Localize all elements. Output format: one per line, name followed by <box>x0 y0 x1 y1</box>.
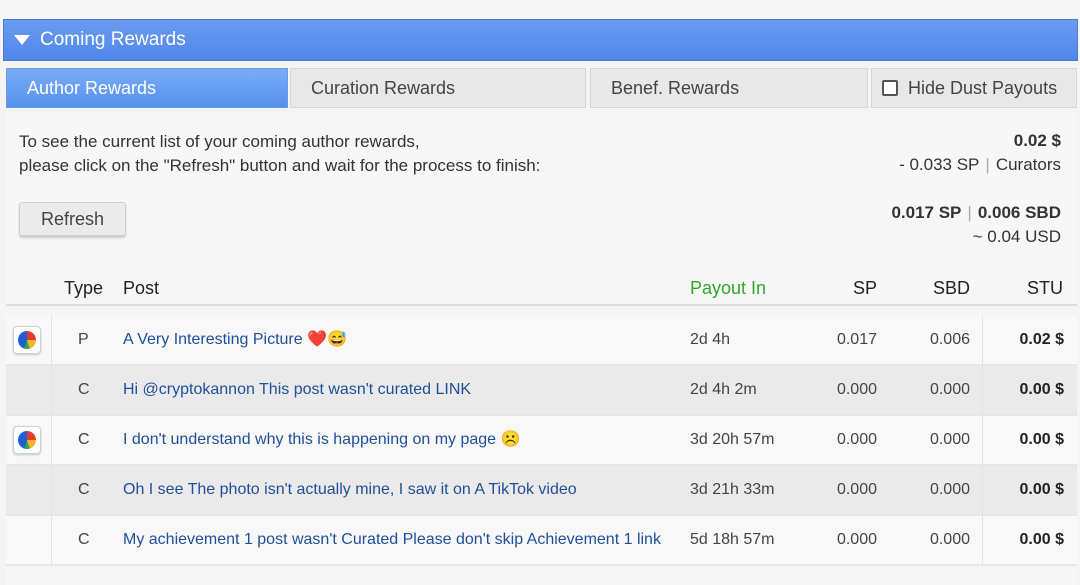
pie-chart-icon[interactable] <box>13 326 41 354</box>
tab-benef-rewards[interactable]: Benef. Rewards <box>590 68 868 108</box>
separator: | <box>967 203 972 222</box>
table-row: C I don't understand why this is happeni… <box>6 416 1077 466</box>
post-link[interactable]: Hi @cryptokannon This post wasn't curate… <box>123 366 471 414</box>
row-sbd: 0.000 <box>929 531 970 548</box>
tab-author-rewards[interactable]: Author Rewards <box>6 68 288 108</box>
table-row: C Hi @cryptokannon This post wasn't cura… <box>6 366 1077 416</box>
col-type[interactable]: Type <box>64 268 103 304</box>
post-link[interactable]: I don't understand why this is happening… <box>123 416 520 464</box>
summary-total: 0.02 $ <box>1013 131 1061 150</box>
row-sbd: 0.000 <box>929 381 970 398</box>
instructions-line-1: To see the current list of your coming a… <box>19 132 420 151</box>
bottom-spacer <box>6 569 1077 585</box>
col-sbd[interactable]: SBD <box>896 268 970 304</box>
row-lead <box>6 366 52 414</box>
row-stu: 0.02 $ <box>982 316 1064 364</box>
top-spacer <box>0 0 1080 18</box>
curators-label: Curators <box>995 155 1061 174</box>
table-row: P A Very Interesting Picture ❤️😅 2d 4h 0… <box>6 316 1077 366</box>
hide-dust-label: Hide Dust Payouts <box>908 77 1058 98</box>
post-link[interactable]: Oh I see The photo isn't actually mine, … <box>123 466 577 514</box>
summary-usd: ~ 0.04 USD <box>972 227 1061 246</box>
tab-label: Curation Rewards <box>311 77 456 98</box>
row-payout: 3d 20h 57m <box>690 431 775 448</box>
row-sp: 0.000 <box>836 531 877 548</box>
row-type: C <box>78 481 90 498</box>
summary-sp: 0.017 SP <box>891 203 962 222</box>
row-lead <box>6 416 52 464</box>
row-type: P <box>78 331 89 348</box>
row-sp: 0.000 <box>836 481 877 498</box>
row-lead <box>6 466 52 514</box>
pie-chart-icon[interactable] <box>13 426 41 454</box>
curators-amount: - 0.033 SP <box>899 155 980 174</box>
row-stu: 0.00 $ <box>982 416 1064 464</box>
table-row: C Oh I see The photo isn't actually mine… <box>6 466 1077 516</box>
tab-label: Benef. Rewards <box>611 77 740 98</box>
row-stu: 0.00 $ <box>982 466 1064 514</box>
section-title: Coming Rewards <box>40 29 186 50</box>
row-sp: 0.017 <box>836 331 877 348</box>
row-stu: 0.00 $ <box>982 516 1064 564</box>
row-stu: 0.00 $ <box>982 366 1064 414</box>
row-type: C <box>78 531 90 548</box>
col-stu[interactable]: STU <box>986 268 1063 304</box>
tab-label: Author Rewards <box>27 77 157 98</box>
summary-curators: - 0.033 SP | Curators <box>899 155 1061 175</box>
separator: | <box>985 155 990 174</box>
row-sbd: 0.000 <box>929 481 970 498</box>
row-payout: 2d 4h 2m <box>690 381 757 398</box>
summary-sbd: 0.006 SBD <box>977 203 1061 222</box>
col-sp[interactable]: SP <box>806 268 877 304</box>
col-payout-in[interactable]: Payout In <box>690 268 766 304</box>
row-payout: 3d 21h 33m <box>690 481 775 498</box>
summary-sp-sbd: 0.017 SP | 0.006 SBD <box>891 203 1061 223</box>
collapse-triangle-icon[interactable] <box>14 35 30 45</box>
instructions-line-2: please click on the "Refresh" button and… <box>19 156 541 175</box>
row-type: C <box>78 381 90 398</box>
row-sp: 0.000 <box>836 381 877 398</box>
refresh-button[interactable]: Refresh <box>19 202 126 236</box>
table-row: C My achievement 1 post wasn't Curated P… <box>6 516 1077 566</box>
author-rewards-panel: To see the current list of your coming a… <box>6 112 1077 267</box>
row-lead <box>6 516 52 564</box>
row-sbd: 0.006 <box>929 331 970 348</box>
rewards-table: Type Post Payout In SP SBD STU P A Very … <box>6 268 1077 566</box>
post-link[interactable]: A Very Interesting Picture ❤️😅 <box>123 316 347 364</box>
row-sbd: 0.000 <box>929 431 970 448</box>
table-header: Type Post Payout In SP SBD STU <box>6 268 1077 306</box>
row-payout: 5d 18h 57m <box>690 531 775 548</box>
post-link[interactable]: My achievement 1 post wasn't Curated Ple… <box>123 516 661 564</box>
rewards-tabs: Author Rewards Curation Rewards Benef. R… <box>6 68 1077 110</box>
header-gap <box>6 306 1077 316</box>
row-type: C <box>78 431 90 448</box>
col-post[interactable]: Post <box>123 268 159 304</box>
hide-dust-checkbox[interactable] <box>882 80 898 96</box>
tab-curation-rewards[interactable]: Curation Rewards <box>290 68 586 108</box>
coming-rewards-header[interactable]: Coming Rewards <box>3 19 1078 61</box>
instructions-text: To see the current list of your coming a… <box>19 130 540 178</box>
row-payout: 2d 4h <box>690 331 731 348</box>
row-sp: 0.000 <box>836 431 877 448</box>
row-lead <box>6 316 52 364</box>
hide-dust-toggle[interactable]: Hide Dust Payouts <box>871 68 1077 108</box>
